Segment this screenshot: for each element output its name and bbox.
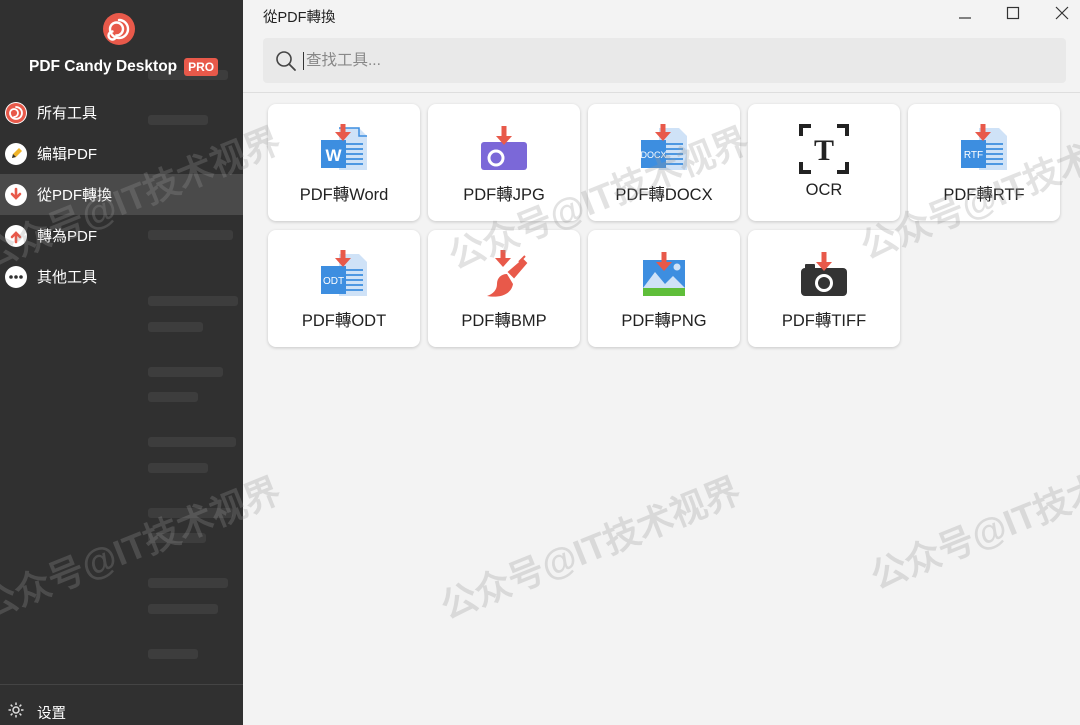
search-input[interactable]	[303, 51, 1003, 70]
brand-name: PDF Candy Desktop	[29, 58, 178, 75]
close-button[interactable]	[1048, 2, 1076, 24]
sidebar-item-convert-to-pdf[interactable]: 轉為PDF	[0, 215, 243, 256]
minimize-icon	[959, 17, 971, 19]
sidebar: PDF Candy Desktop PRO 所有工具 编辑PDF 從PDF轉換	[0, 0, 243, 725]
pro-badge: PRO	[184, 58, 219, 76]
sidebar-item-label: 轉為PDF	[37, 228, 98, 245]
sidebar-item-edit-pdf[interactable]: 编辑PDF	[0, 133, 243, 174]
title-bar: 從PDF轉換	[243, 0, 1080, 30]
sidebar-item-other-tools[interactable]: 其他工具	[0, 256, 243, 297]
tool-pdf-to-word[interactable]: W PDF轉Word	[268, 104, 420, 221]
tool-pdf-to-rtf[interactable]: RTF PDF轉RTF	[908, 104, 1060, 221]
maximize-icon	[1006, 6, 1020, 20]
tool-label: PDF轉TIFF	[781, 312, 867, 330]
tool-pdf-to-bmp[interactable]: PDF轉BMP	[428, 230, 580, 347]
arrow-up-icon	[5, 224, 27, 247]
svg-text:W: W	[325, 146, 342, 165]
png-image-icon	[643, 252, 685, 296]
sidebar-item-all-tools[interactable]: 所有工具	[0, 92, 243, 133]
tool-pdf-to-png[interactable]: PDF轉PNG	[588, 230, 740, 347]
pdf-candy-logo-icon	[102, 12, 136, 46]
sidebar-item-label: 其他工具	[37, 269, 98, 286]
rtf-doc-icon: RTF	[961, 124, 1007, 170]
tool-label: PDF轉Word	[299, 186, 389, 204]
sidebar-item-convert-from-pdf[interactable]: 從PDF轉換	[0, 174, 243, 215]
tool-pdf-to-jpg[interactable]: PDF轉JPG	[428, 104, 580, 221]
gear-icon	[7, 701, 25, 723]
sidebar-nav: 所有工具 编辑PDF 從PDF轉換 轉為PDF 其他工具	[0, 92, 243, 297]
tool-label: OCR	[805, 181, 843, 199]
ocr-icon: T	[799, 124, 849, 174]
odt-doc-icon: ODT	[321, 250, 367, 296]
sidebar-item-label: 所有工具	[37, 105, 98, 122]
pen-icon	[5, 142, 27, 165]
sidebar-item-label: 從PDF轉換	[37, 187, 113, 204]
word-doc-icon: W	[321, 124, 367, 170]
maximize-button[interactable]	[999, 2, 1027, 24]
tool-label: PDF轉BMP	[461, 312, 547, 330]
svg-text:T: T	[814, 134, 834, 167]
divider	[243, 92, 1080, 93]
arrow-down-icon	[5, 183, 27, 206]
settings-button[interactable]: 设置	[7, 701, 66, 723]
tool-pdf-to-odt[interactable]: ODT PDF轉ODT	[268, 230, 420, 347]
jpg-camera-icon	[481, 126, 527, 170]
tool-label: PDF轉RTF	[943, 186, 1025, 204]
tool-label: PDF轉PNG	[621, 312, 707, 330]
svg-text:DOCX: DOCX	[640, 150, 666, 160]
bmp-brush-icon	[487, 250, 528, 297]
svg-text:RTF: RTF	[964, 150, 983, 161]
settings-label: 设置	[37, 705, 66, 722]
brand: PDF Candy Desktop PRO	[29, 58, 219, 76]
divider	[0, 684, 243, 685]
swirl-icon	[5, 101, 27, 124]
docx-doc-icon: DOCX	[640, 124, 687, 170]
tool-label: PDF轉ODT	[301, 312, 387, 330]
minimize-button[interactable]	[951, 2, 979, 24]
sidebar-item-label: 编辑PDF	[37, 146, 98, 163]
close-icon	[1055, 6, 1069, 20]
search-box[interactable]	[263, 38, 1066, 83]
more-icon	[5, 265, 27, 288]
tool-pdf-to-tiff[interactable]: PDF轉TIFF	[748, 230, 900, 347]
tiff-camera-icon	[801, 252, 847, 296]
tool-label: PDF轉DOCX	[615, 186, 713, 204]
main-panel: 從PDF轉換 W PDF轉Word	[243, 0, 1080, 725]
tool-pdf-to-docx[interactable]: DOCX PDF轉DOCX	[588, 104, 740, 221]
search-icon	[276, 50, 296, 71]
window-title: 從PDF轉換	[263, 10, 336, 26]
tool-ocr[interactable]: T OCR	[748, 104, 900, 221]
tool-label: PDF轉JPG	[463, 186, 545, 204]
svg-text:ODT: ODT	[323, 276, 344, 287]
